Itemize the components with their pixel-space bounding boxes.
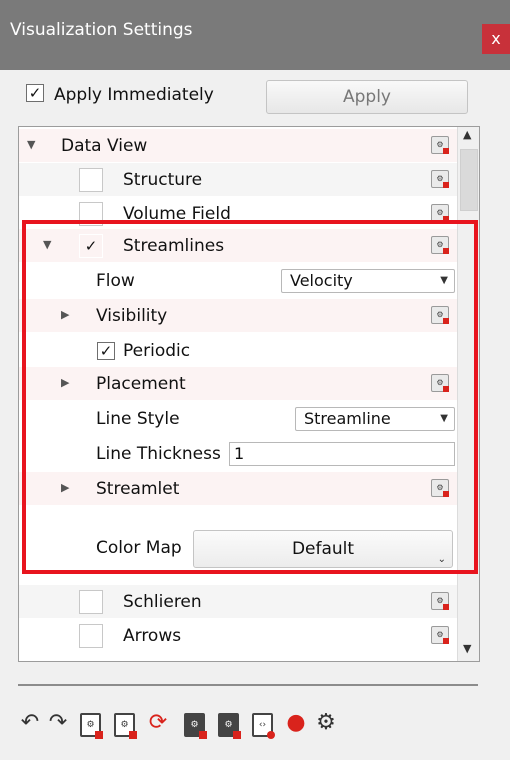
scroll-up-icon[interactable]: ▲ xyxy=(463,128,471,141)
color-map-value: Default xyxy=(291,539,355,559)
reset-all-icon[interactable]: ⚙ xyxy=(114,713,137,739)
tree-label-visibility: Visibility xyxy=(96,306,168,326)
reset-schlieren-icon[interactable]: ⚙ xyxy=(431,592,449,610)
line-style-value: Streamline xyxy=(304,409,391,428)
tree-row-arrows[interactable]: Arrows ⚙ xyxy=(19,619,458,652)
structure-checkbox[interactable] xyxy=(79,168,103,192)
color-map-button[interactable]: Default ⌄ xyxy=(193,530,453,568)
expand-arrow-icon[interactable]: ▼ xyxy=(43,238,51,251)
flow-dropdown[interactable]: Velocity ▼ xyxy=(281,269,455,293)
scroll-down-icon[interactable]: ▼ xyxy=(463,642,471,655)
tree-row-streamlines[interactable]: ▼ ✓ Streamlines ⚙ xyxy=(19,229,458,262)
tree-label-data-view: Data View xyxy=(61,136,148,156)
tree-label-volume-field: Volume Field xyxy=(123,204,231,224)
title-bar: Visualization Settings x xyxy=(0,0,510,70)
tree-label-streamlines: Streamlines xyxy=(123,236,225,256)
reset-arrows-icon[interactable]: ⚙ xyxy=(431,626,449,644)
undo-icon[interactable]: ↶ xyxy=(18,710,42,736)
apply-button[interactable]: Apply xyxy=(266,80,468,114)
tree-row-line-style: Line Style Streamline ▼ xyxy=(19,402,458,435)
reset-data-view-icon[interactable]: ⚙ xyxy=(431,136,449,154)
line-style-dropdown[interactable]: Streamline ▼ xyxy=(295,407,455,431)
tree-row-data-view[interactable]: ▼ Data View ⚙ xyxy=(19,129,458,162)
reset-settings-icon[interactable]: ⚙ xyxy=(80,713,103,739)
tree-row-structure[interactable]: Structure ⚙ xyxy=(19,163,458,196)
bottom-toolbar: ↶ ↷ ⚙ ⚙ ⟳ ⚙ ⚙ ‹› ● ⚙ xyxy=(18,710,438,740)
chevron-down-icon: ▼ xyxy=(440,275,448,286)
tree-row-color-map: Color Map Default ⌄ xyxy=(19,525,458,571)
reset-placement-icon[interactable]: ⚙ xyxy=(431,374,449,392)
apply-immediately-label: Apply Immediately xyxy=(54,85,214,105)
toolbar-divider xyxy=(18,684,478,686)
flow-value: Velocity xyxy=(290,271,353,290)
line-thickness-label: Line Thickness xyxy=(96,444,221,464)
redo-icon[interactable]: ↷ xyxy=(46,710,70,736)
tree-row-line-thickness: Line Thickness 1 xyxy=(19,437,458,470)
line-thickness-value: 1 xyxy=(234,444,245,463)
gear-icon[interactable]: ⚙ xyxy=(314,710,338,736)
apply-row: ✓ Apply Immediately Apply xyxy=(18,80,478,114)
rotate-icon[interactable]: ⟳ xyxy=(146,710,170,736)
arrows-checkbox[interactable] xyxy=(79,624,103,648)
tree-label-schlieren: Schlieren xyxy=(123,592,202,612)
save-dark-icon[interactable]: ⚙ xyxy=(184,713,207,739)
export-icon[interactable]: ‹› xyxy=(252,713,275,739)
reset-volume-field-icon[interactable]: ⚙ xyxy=(431,204,449,222)
tree-row-placement[interactable]: ▶ Placement ⚙ xyxy=(19,367,458,400)
tree-row-flow: Flow Velocity ▼ xyxy=(19,264,458,297)
chevron-down-icon: ⌄ xyxy=(437,554,446,565)
close-button[interactable]: x xyxy=(482,24,510,54)
tree-row-periodic[interactable]: ✓ Periodic xyxy=(19,334,458,367)
reset-visibility-icon[interactable]: ⚙ xyxy=(431,306,449,324)
load-dark-icon[interactable]: ⚙ xyxy=(218,713,241,739)
line-style-label: Line Style xyxy=(96,409,180,429)
scroll-thumb[interactable] xyxy=(460,149,478,211)
reset-streamlines-icon[interactable]: ⚙ xyxy=(431,236,449,254)
tree-row-streamlet[interactable]: ▶ Streamlet ⚙ xyxy=(19,472,458,505)
collapse-arrow-icon[interactable]: ▶ xyxy=(61,481,69,494)
tree-row-schlieren[interactable]: Schlieren ⚙ xyxy=(19,585,458,618)
line-thickness-input[interactable]: 1 xyxy=(229,442,455,466)
tree-label-structure: Structure xyxy=(123,170,203,190)
tree-scrollbar[interactable]: ▲ ▼ xyxy=(457,127,479,661)
flow-label: Flow xyxy=(96,271,135,291)
streamlines-checkbox[interactable]: ✓ xyxy=(79,234,103,258)
eye-icon[interactable]: ● xyxy=(284,710,308,736)
reset-structure-icon[interactable]: ⚙ xyxy=(431,170,449,188)
apply-immediately-checkbox[interactable]: ✓ xyxy=(26,84,44,102)
chevron-down-icon: ▼ xyxy=(440,413,448,424)
window-title: Visualization Settings xyxy=(10,20,193,40)
periodic-label: Periodic xyxy=(123,341,191,361)
expand-arrow-icon[interactable]: ▼ xyxy=(27,138,35,151)
reset-streamlet-icon[interactable]: ⚙ xyxy=(431,479,449,497)
collapse-arrow-icon[interactable]: ▶ xyxy=(61,376,69,389)
tree-label-streamlet: Streamlet xyxy=(96,479,180,499)
tree-row-visibility[interactable]: ▶ Visibility ⚙ xyxy=(19,299,458,332)
color-map-label: Color Map xyxy=(96,538,182,558)
collapse-arrow-icon[interactable]: ▶ xyxy=(61,308,69,321)
schlieren-checkbox[interactable] xyxy=(79,590,103,614)
volume-field-checkbox[interactable] xyxy=(79,202,103,226)
tree-label-arrows: Arrows xyxy=(123,626,182,646)
tree-label-placement: Placement xyxy=(96,374,186,394)
periodic-checkbox[interactable]: ✓ xyxy=(97,342,115,360)
settings-tree: ▼ Data View ⚙ Structure ⚙ Volume Field ⚙… xyxy=(18,126,480,662)
tree-row-volume-field[interactable]: Volume Field ⚙ xyxy=(19,197,458,230)
